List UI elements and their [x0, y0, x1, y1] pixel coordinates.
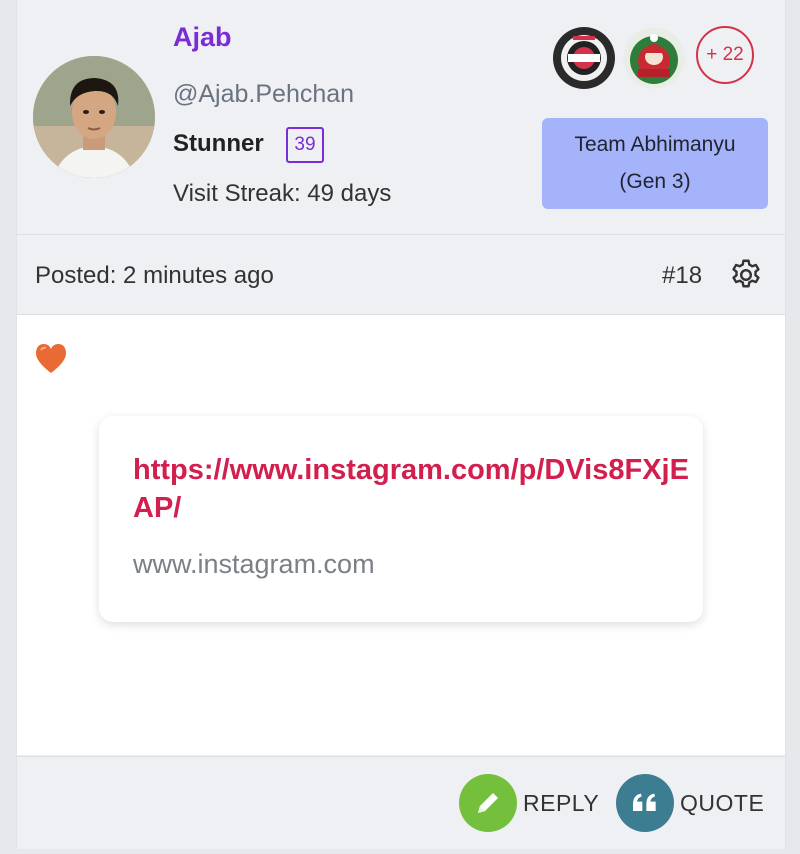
quote-label: QUOTE — [680, 789, 765, 816]
link-domain: www.instagram.com — [133, 549, 375, 579]
team-generation: (Gen 3) — [619, 170, 691, 193]
user-handle: @Ajab.Pehchan — [173, 80, 355, 108]
heart-icon — [33, 341, 69, 377]
level-badge: 39 — [286, 127, 324, 163]
quote-icon — [616, 774, 674, 832]
visit-streak: Visit Streak: 49 days — [173, 180, 392, 207]
link-preview-card[interactable]: https://www.instagram.com/p/DVis8FXjEAP/… — [99, 416, 703, 622]
user-rank: Stunner — [173, 130, 264, 157]
team-name: Team Abhimanyu — [574, 133, 736, 156]
more-badges-count[interactable]: + 22 — [696, 26, 754, 84]
forum-post-card: Ajab @Ajab.Pehchan Stunner 39 Visit Stre… — [16, 0, 786, 849]
reply-button[interactable]: REPLY — [459, 773, 599, 833]
reply-label: REPLY — [523, 789, 600, 816]
pencil-icon — [459, 774, 517, 832]
avatar[interactable] — [33, 56, 155, 178]
gear-icon[interactable] — [728, 257, 764, 293]
username[interactable]: Ajab — [173, 22, 232, 53]
post-number[interactable]: #18 — [662, 262, 702, 290]
post-actions: REPLY QUOTE — [17, 756, 785, 849]
santa-badge-icon[interactable] — [623, 27, 685, 89]
quote-button[interactable]: QUOTE — [616, 773, 764, 833]
posted-time: Posted: 2 minutes ago — [35, 262, 274, 289]
post-body: https://www.instagram.com/p/DVis8FXjEAP/… — [17, 315, 785, 755]
bingo-blitz-badge-icon[interactable] — [553, 27, 615, 89]
post-author-header: Ajab @Ajab.Pehchan Stunner 39 Visit Stre… — [17, 0, 785, 235]
team-badge[interactable]: Team Abhimanyu (Gen 3) — [542, 118, 768, 209]
post-meta-bar: Posted: 2 minutes ago #18 — [17, 235, 785, 315]
link-url[interactable]: https://www.instagram.com/p/DVis8FXjEAP/ — [133, 451, 693, 527]
